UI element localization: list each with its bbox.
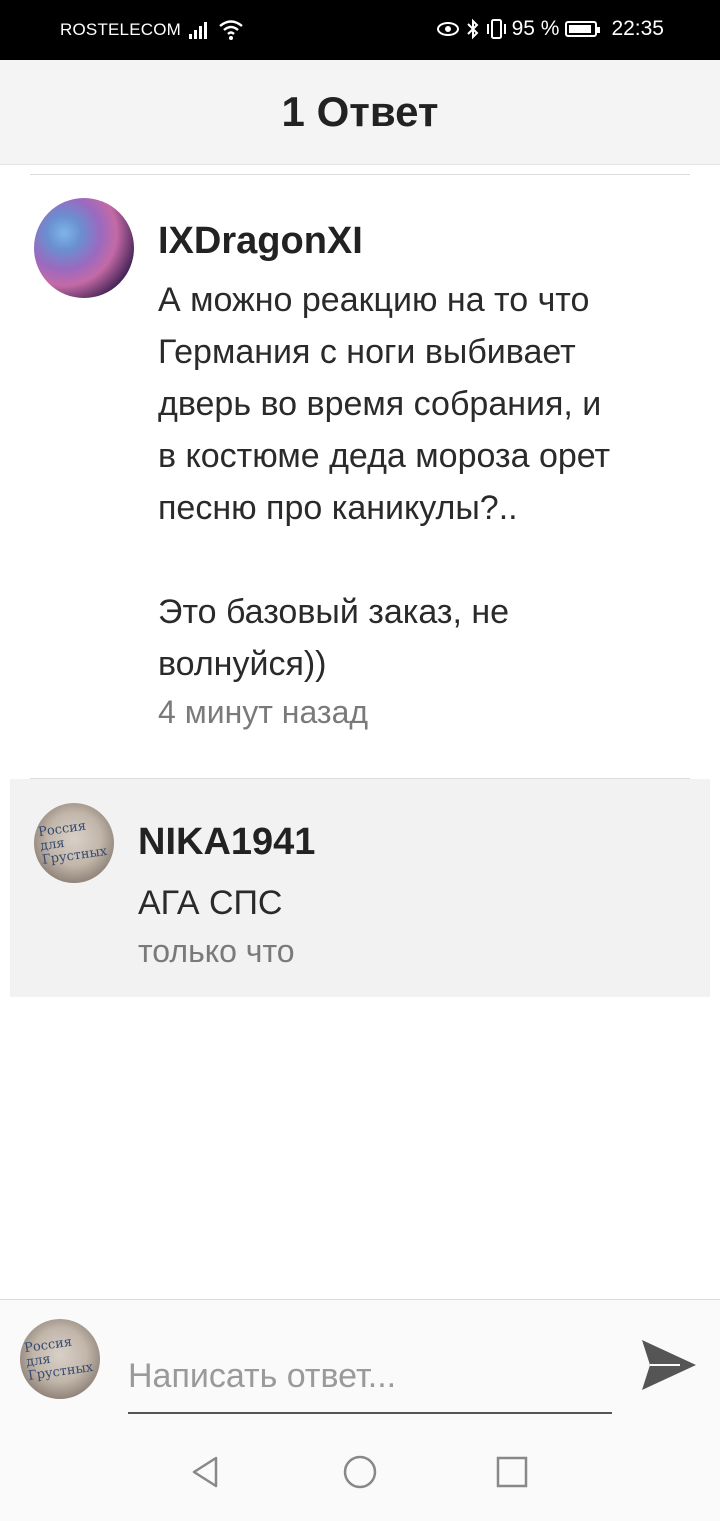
avatar[interactable]: Россия для Грустных [34,803,114,883]
recents-icon[interactable] [492,1452,532,1492]
send-icon[interactable] [640,1336,698,1394]
eye-icon [436,22,459,36]
reply-timestamp: только что [138,933,295,969]
wifi-icon [219,20,243,40]
battery-percent: 95 % [511,17,560,40]
back-icon[interactable] [186,1452,226,1492]
vibrate-icon [486,19,506,39]
comment-username[interactable]: IXDragonXI [158,220,363,263]
battery-icon [565,21,601,37]
comment-timestamp: 4 минут назад [158,694,369,730]
reply-username[interactable]: NIKA1941 [138,821,315,864]
current-user-avatar: Россия для Грустных [20,1319,100,1399]
status-bar: ROSTELECOM 95 % 22:35 [0,0,720,60]
avatar[interactable] [34,198,134,298]
home-icon[interactable] [340,1452,380,1492]
comment-item: IXDragonXI А можно реакцию на то что Гер… [0,174,720,778]
bluetooth-icon [466,18,478,40]
clock: 22:35 [611,17,664,40]
carrier-name: ROSTELECOM [60,20,182,39]
page-title: 1 Ответ [281,88,439,135]
signal-icon [189,22,207,39]
reply-input[interactable] [128,1340,612,1414]
comment-text: А можно реакцию на то что Германия с ног… [158,281,611,683]
reply-text: АГА СПС [138,884,283,922]
top-header: 1 Ответ [0,60,720,165]
system-nav-bar [0,1430,720,1520]
reply-item: Россия для Грустных NIKA1941 АГА СПС толь… [10,779,710,997]
